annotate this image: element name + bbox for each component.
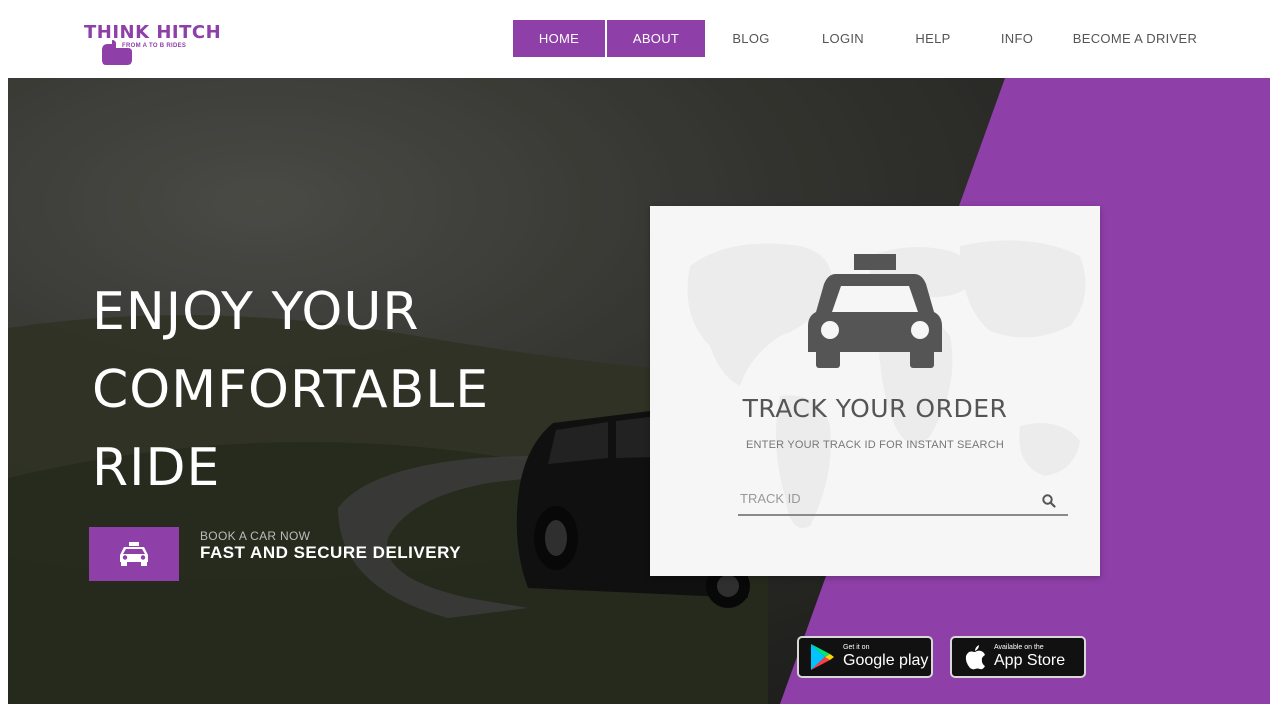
hero-title-line: RIDE — [92, 437, 221, 498]
hero-section: ENJOY YOUR COMFORTABLE RIDE BOOK A CAR N… — [8, 78, 1270, 704]
nav-info[interactable]: INFO — [977, 20, 1057, 57]
apple-icon — [965, 645, 985, 670]
track-order-subtitle: ENTER YOUR TRACK ID FOR INSTANT SEARCH — [746, 439, 1004, 451]
taxi-icon — [808, 254, 942, 368]
hero-title-line: COMFORTABLE — [92, 359, 490, 420]
nav-login[interactable]: LOGIN — [797, 20, 889, 57]
nav-home[interactable]: HOME — [513, 20, 605, 57]
google-badge-label: Google play — [843, 652, 929, 669]
apple-badge-label: App Store — [994, 652, 1066, 669]
hero-title-line: ENJOY YOUR — [92, 281, 420, 342]
track-order-card: TRACK YOUR ORDER ENTER YOUR TRACK ID FOR… — [650, 206, 1100, 576]
app-store-badge[interactable]: Available on the App Store — [950, 636, 1086, 678]
taxi-icon — [120, 542, 148, 566]
search-icon[interactable] — [1042, 494, 1056, 508]
google-badge-caption: Get it on — [843, 644, 870, 651]
site-header: THINK HITCH FROM A TO B RIDES HOME ABOUT… — [0, 0, 1277, 78]
nav-about[interactable]: ABOUT — [607, 20, 705, 57]
nav-become-driver[interactable]: BECOME A DRIVER — [1057, 20, 1213, 57]
nav-blog[interactable]: BLOG — [705, 20, 797, 57]
logo[interactable]: THINK HITCH FROM A TO B RIDES — [82, 18, 242, 70]
logo-tagline: FROM A TO B RIDES — [122, 43, 187, 49]
google-play-icon — [811, 644, 834, 670]
track-id-input[interactable] — [738, 482, 1068, 516]
main-nav: HOME ABOUT BLOG LOGIN HELP INFO BECOME A… — [513, 20, 1213, 57]
book-car-headline[interactable]: FAST AND SECURE DELIVERY — [200, 543, 461, 563]
apple-badge-caption: Available on the — [994, 644, 1044, 651]
hero-title: ENJOY YOUR COMFORTABLE RIDE — [92, 273, 489, 507]
track-order-title: TRACK YOUR ORDER — [742, 394, 1008, 423]
nav-help[interactable]: HELP — [889, 20, 977, 57]
book-car-caption: BOOK A CAR NOW — [200, 529, 311, 543]
google-play-badge[interactable]: Get it on Google play — [797, 636, 933, 678]
book-car-button[interactable] — [89, 527, 179, 581]
